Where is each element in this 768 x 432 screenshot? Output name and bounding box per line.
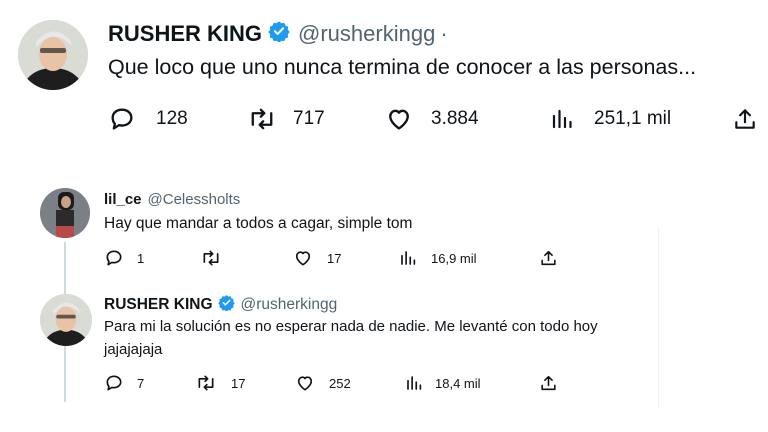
repost-count: 717 xyxy=(293,108,325,129)
author-handle[interactable]: @rusherkingg xyxy=(298,21,435,47)
reply-button[interactable]: 128 xyxy=(108,104,188,134)
avatar-lil-ce[interactable] xyxy=(40,188,90,238)
reply-count: 1 xyxy=(137,250,145,266)
reply-button[interactable]: 7 xyxy=(104,372,144,394)
avatar-rusher-king-main[interactable] xyxy=(18,20,88,90)
verified-badge-icon xyxy=(217,294,235,316)
reply1-author-row: lil_ce @Celessholts xyxy=(104,191,240,208)
reply-icon xyxy=(108,105,136,133)
reply2-author-row: RUSHER KING @rusherkingg xyxy=(104,294,337,316)
share-icon xyxy=(539,248,558,268)
repost-count: 17 xyxy=(231,375,246,391)
like-count: 3.884 xyxy=(431,108,479,129)
share-button[interactable] xyxy=(732,104,758,134)
reply-button[interactable]: 1 xyxy=(104,247,144,269)
like-count: 252 xyxy=(329,375,351,391)
views-count: 251,1 mil xyxy=(594,108,672,129)
verified-badge-icon xyxy=(268,20,290,48)
views-button[interactable]: 18,4 mil xyxy=(405,372,481,394)
share-button[interactable] xyxy=(539,372,558,394)
reply-count: 128 xyxy=(156,108,188,129)
tweet-text: Que loco que uno nunca termina de conoce… xyxy=(108,55,697,79)
repost-icon xyxy=(195,373,217,393)
like-icon xyxy=(385,105,413,133)
like-count: 17 xyxy=(327,250,342,266)
reply-icon xyxy=(104,373,124,393)
views-count: 18,4 mil xyxy=(435,375,481,391)
author-handle[interactable]: @rusherkingg xyxy=(241,296,338,314)
share-icon xyxy=(539,373,558,393)
author-name[interactable]: RUSHER KING xyxy=(108,21,262,47)
repost-button[interactable] xyxy=(200,247,232,269)
like-button[interactable]: 3.884 xyxy=(385,104,479,134)
views-count: 16,9 mil xyxy=(431,250,477,266)
author-handle[interactable]: @Celessholts xyxy=(148,191,241,208)
views-button[interactable]: 16,9 mil xyxy=(399,247,477,269)
author-name[interactable]: lil_ce xyxy=(104,191,142,208)
repost-icon xyxy=(247,105,277,133)
views-button[interactable]: 251,1 mil xyxy=(550,104,671,134)
like-icon xyxy=(295,373,315,393)
repost-icon xyxy=(200,248,222,268)
reply-count: 7 xyxy=(137,375,145,391)
separator-dot: · xyxy=(440,21,448,46)
views-icon xyxy=(550,106,574,132)
divider-line xyxy=(658,228,659,408)
reply-text-line-2: jajajajaja xyxy=(104,341,163,358)
share-icon xyxy=(732,105,758,133)
reply-icon xyxy=(104,248,124,268)
views-icon xyxy=(399,248,417,268)
repost-button[interactable]: 17 xyxy=(195,372,245,394)
reply-text: Hay que mandar a todos a cagar, simple t… xyxy=(104,215,413,232)
reply-text-line-1: Para mi la solución es no esperar nada d… xyxy=(104,318,598,335)
like-button[interactable]: 17 xyxy=(293,247,341,269)
share-button[interactable] xyxy=(539,247,558,269)
avatar-rusher-king-reply[interactable] xyxy=(40,294,92,346)
main-author-row: RUSHER KING @rusherkingg · xyxy=(108,20,448,48)
author-name[interactable]: RUSHER KING xyxy=(104,296,213,314)
repost-button[interactable]: 717 xyxy=(247,104,325,134)
like-button[interactable]: 252 xyxy=(295,372,351,394)
like-icon xyxy=(293,248,313,268)
views-icon xyxy=(405,373,423,393)
